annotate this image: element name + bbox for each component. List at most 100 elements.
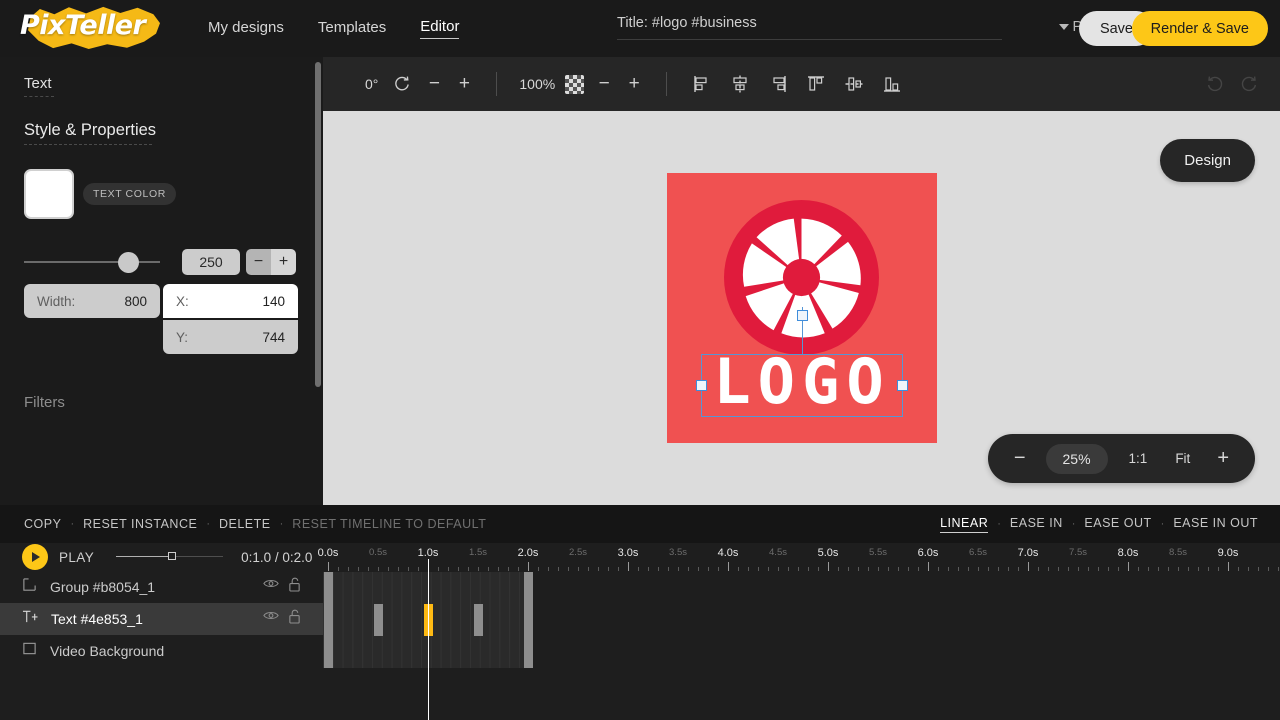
zoom-out-button[interactable]: −: [1002, 447, 1038, 470]
render-and-save-button[interactable]: Render & Save: [1132, 11, 1268, 46]
unlock-icon[interactable]: [288, 609, 301, 629]
rotation-increment-button[interactable]: +: [454, 73, 474, 95]
zoom-one-to-one-button[interactable]: 1:1: [1116, 451, 1161, 466]
eye-icon[interactable]: [263, 577, 279, 597]
text-color-swatch[interactable]: [24, 169, 74, 219]
keyframe[interactable]: [324, 604, 333, 636]
layer-row-video-background[interactable]: Video Background: [0, 635, 323, 667]
align-right-icon[interactable]: [765, 71, 791, 97]
x-label: X:: [176, 294, 189, 309]
ruler-label-major: 4.0s: [718, 547, 739, 559]
play-button[interactable]: [22, 544, 48, 570]
style-properties-heading: Style & Properties: [24, 121, 299, 140]
timeline-tracks[interactable]: [323, 571, 1280, 720]
timeline-tracks-panel[interactable]: 0.0s1.0s2.0s3.0s4.0s5.0s6.0s7.0s8.0s9.0s…: [323, 543, 1280, 720]
playback-progress-slider[interactable]: [116, 551, 223, 563]
width-value: 800: [124, 294, 147, 309]
x-value: 140: [262, 294, 285, 309]
opacity-increment-button[interactable]: +: [624, 73, 644, 95]
easing-ease-in-out[interactable]: EASE IN OUT: [1173, 516, 1258, 532]
ruler-label-minor: 8.5s: [1169, 547, 1187, 558]
logo-wordmark: PixTeller: [20, 10, 170, 41]
design-title-input[interactable]: [617, 15, 1002, 40]
align-top-icon[interactable]: [803, 71, 829, 97]
ruler-tick: [328, 562, 329, 571]
timeline-layer-panel: PLAY 0:1.0 / 0:2.0 Group #b8054_1: [0, 543, 323, 720]
keyframe[interactable]: [474, 604, 483, 636]
easing-ease-out[interactable]: EASE OUT: [1084, 516, 1151, 532]
resize-handle-right[interactable]: [897, 380, 908, 391]
timeline-playhead[interactable]: [428, 559, 429, 720]
timeline-track[interactable]: [323, 572, 1280, 604]
separator: ·: [206, 518, 210, 530]
history-group: [1202, 71, 1262, 97]
timeline-track[interactable]: [323, 636, 1280, 668]
timeline-ruler[interactable]: 0.0s1.0s2.0s3.0s4.0s5.0s6.0s7.0s8.0s9.0s…: [323, 543, 1280, 571]
opacity-checker-icon[interactable]: [565, 75, 584, 94]
zoom-fit-button[interactable]: Fit: [1162, 451, 1203, 466]
keyframe[interactable]: [374, 604, 383, 636]
sidebar-scrollbar[interactable]: [315, 62, 321, 387]
align-left-icon[interactable]: [689, 71, 715, 97]
reset-timeline-action[interactable]: RESET TIMELINE TO DEFAULT: [292, 517, 486, 531]
timeline-actions: COPY · RESET INSTANCE · DELETE · RESET T…: [24, 517, 486, 531]
zoom-in-button[interactable]: +: [1205, 447, 1241, 470]
layer-row-group[interactable]: Group #b8054_1: [0, 571, 323, 603]
y-label: Y:: [176, 330, 188, 345]
nav-item-templates[interactable]: Templates: [318, 19, 386, 39]
redo-icon[interactable]: [1236, 71, 1262, 97]
rotation-group: 0° − +: [365, 71, 474, 97]
reset-instance-action[interactable]: RESET INSTANCE: [83, 517, 197, 531]
width-field[interactable]: Width: 800: [24, 284, 160, 318]
ruler-label-minor: 3.5s: [669, 547, 687, 558]
rotation-decrement-button[interactable]: −: [424, 73, 444, 95]
pixteller-editor: PixTeller My designs Templates Editor Pu…: [0, 0, 1280, 720]
layer-row-text[interactable]: Text #4e853_1: [0, 603, 323, 635]
ruler-label-major: 0.0s: [318, 547, 339, 559]
undo-icon[interactable]: [1202, 71, 1228, 97]
keyframe[interactable]: [324, 636, 333, 668]
design-panel-button[interactable]: Design: [1160, 139, 1255, 182]
separator: ·: [70, 518, 74, 530]
eye-icon[interactable]: [263, 609, 279, 629]
selection-box: [701, 354, 903, 417]
progress-knob[interactable]: [168, 552, 176, 560]
app-logo[interactable]: PixTeller: [20, 4, 170, 54]
align-middle-vertical-icon[interactable]: [841, 71, 867, 97]
geometry-fields: Width: 800 X: 140 Y: 744: [24, 284, 299, 362]
keyframe[interactable]: [324, 572, 333, 604]
align-bottom-icon[interactable]: [879, 71, 905, 97]
keyframe[interactable]: [524, 604, 533, 636]
font-size-increment-button[interactable]: +: [271, 249, 296, 275]
timeline-track[interactable]: [323, 604, 1280, 636]
resize-handle-left[interactable]: [696, 380, 707, 391]
rotation-handle[interactable]: [797, 310, 808, 321]
y-field[interactable]: Y: 744: [163, 320, 298, 354]
title-field-wrap: [617, 14, 1002, 40]
copy-action[interactable]: COPY: [24, 517, 61, 531]
filters-heading[interactable]: Filters: [24, 394, 299, 411]
keyframe[interactable]: [524, 572, 533, 604]
text-color-label[interactable]: TEXT COLOR: [83, 183, 176, 205]
canvas-area[interactable]: Design LOGO −: [323, 111, 1280, 505]
layer-toggles: [263, 577, 301, 597]
font-size-input[interactable]: 250: [182, 249, 240, 275]
font-size-decrement-button[interactable]: −: [246, 249, 271, 275]
font-size-slider[interactable]: [24, 252, 160, 272]
easing-linear[interactable]: LINEAR: [940, 516, 988, 533]
easing-ease-in[interactable]: EASE IN: [1010, 516, 1063, 532]
nav-item-editor[interactable]: Editor: [420, 18, 459, 39]
delete-action[interactable]: DELETE: [219, 517, 271, 531]
slider-knob[interactable]: [118, 252, 139, 273]
keyframe[interactable]: [524, 636, 533, 668]
opacity-decrement-button[interactable]: −: [594, 73, 614, 95]
rotate-cw-icon[interactable]: [388, 71, 414, 97]
zoom-percent[interactable]: 25%: [1046, 444, 1108, 474]
rect-icon: [22, 641, 37, 661]
x-field[interactable]: X: 140: [163, 284, 298, 318]
unlock-icon[interactable]: [288, 577, 301, 597]
y-value: 744: [262, 330, 285, 345]
align-center-horizontal-icon[interactable]: [727, 71, 753, 97]
nav-item-my-designs[interactable]: My designs: [208, 19, 284, 39]
time-readout: 0:1.0 / 0:2.0: [241, 550, 312, 565]
